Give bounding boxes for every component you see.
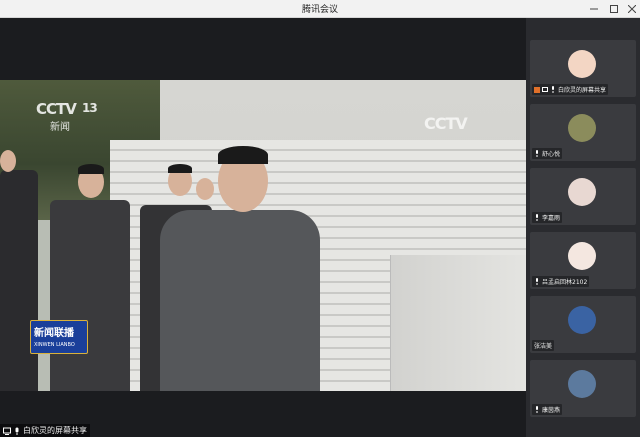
person-hair — [78, 164, 104, 174]
person-front — [160, 210, 320, 391]
background-pillar — [390, 255, 526, 391]
minimize-icon — [590, 8, 598, 10]
participant-name: 舒心悦 — [542, 151, 561, 158]
participant-name: 张洁美 — [534, 343, 553, 350]
title-bar: 腾讯会议 — [0, 0, 640, 18]
avatar — [568, 370, 596, 398]
microphone-icon — [536, 278, 538, 285]
person-hair — [218, 146, 268, 164]
channel-number: 13 — [82, 101, 98, 115]
participant-name: 吕孟启回林2102 — [542, 279, 588, 286]
host-icon — [534, 86, 540, 93]
channel-subtitle: 新闻 — [50, 122, 70, 133]
participant-tile[interactable]: 康茵燕 — [530, 360, 636, 417]
person-head — [0, 150, 16, 172]
participants-sidebar[interactable]: 白欣灵的屏幕共享 舒心悦 李嘉雨 吕孟启回林2102 张洁美 康茵燕 — [526, 18, 640, 437]
avatar — [568, 114, 596, 142]
avatar — [568, 50, 596, 78]
participant-tile[interactable]: 张洁美 — [530, 296, 636, 353]
person-head — [196, 178, 214, 200]
microphone-icon — [552, 86, 554, 93]
screen-share-label: 白欣灵的屏幕共享 — [0, 424, 90, 437]
avatar — [568, 242, 596, 270]
person-left-edge — [0, 170, 38, 391]
close-button[interactable] — [622, 0, 640, 18]
maximize-button[interactable] — [604, 0, 624, 18]
person-hair — [168, 164, 192, 173]
participant-tile[interactable]: 舒心悦 — [530, 104, 636, 161]
minimize-button[interactable] — [584, 0, 604, 18]
screen-share-icon — [3, 427, 11, 435]
maximize-icon — [610, 5, 618, 13]
microphone-icon — [15, 427, 19, 435]
participant-tile[interactable]: 白欣灵的屏幕共享 — [530, 40, 636, 97]
window-title: 腾讯会议 — [301, 5, 338, 15]
person-left — [50, 200, 130, 391]
shared-video-frame[interactable]: CCTV 13 新闻 CCTV 新闻联播 XINWEN LIANBO — [0, 80, 526, 391]
microphone-icon — [536, 214, 538, 221]
close-icon — [628, 5, 636, 13]
avatar — [568, 306, 596, 334]
participant-tile[interactable]: 李嘉雨 — [530, 168, 636, 225]
participant-name: 白欣灵的屏幕共享 — [558, 87, 607, 94]
screen-share-icon — [542, 86, 548, 92]
cctv-logo: CCTV — [36, 100, 77, 118]
shared-screen-stage: CCTV 13 新闻 CCTV 新闻联播 XINWEN LIANBO — [0, 18, 526, 437]
microphone-icon — [536, 150, 538, 157]
participant-name: 康茵燕 — [542, 407, 561, 414]
xinwen-lianbo-badge: 新闻联播 XINWEN LIANBO — [30, 320, 88, 354]
participant-tile[interactable]: 吕孟启回林2102 — [530, 232, 636, 289]
participant-name: 李嘉雨 — [542, 215, 561, 222]
avatar — [568, 178, 596, 206]
cctv-watermark: CCTV — [424, 114, 468, 133]
microphone-icon — [536, 406, 538, 413]
